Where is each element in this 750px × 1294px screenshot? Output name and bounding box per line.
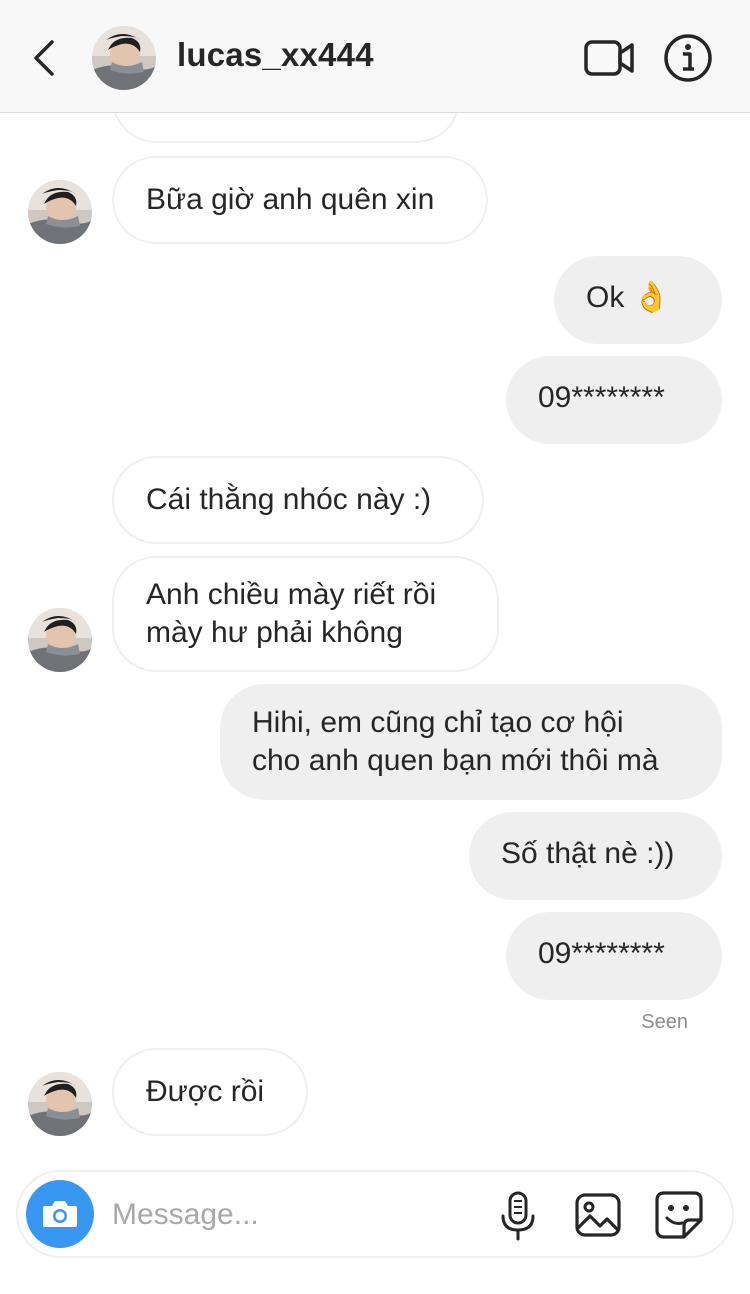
chat-header: lucas_xx444	[0, 0, 750, 113]
sender-avatar[interactable]	[28, 1072, 92, 1136]
message-thread[interactable]: Bữa giờ anh quên xin Ok 👌 09******** Cái…	[0, 113, 750, 1160]
sticker-icon[interactable]	[654, 1190, 704, 1240]
message-line: Hihi, em cũng chỉ tạo cơ hội	[252, 706, 624, 739]
outgoing-message[interactable]: Hihi, em cũng chỉ tạo cơ hội cho anh que…	[220, 684, 722, 800]
incoming-message[interactable]: Cái thằng nhóc này :)	[112, 456, 484, 544]
message-line: mày hư phải không	[146, 616, 403, 649]
message-text: Bữa giờ anh quên xin	[146, 183, 435, 216]
outgoing-message[interactable]: 09********	[506, 912, 722, 1000]
message-line: cho anh quen bạn mới thôi mà	[252, 744, 659, 777]
message-text: 09********	[538, 937, 665, 970]
message-text: Cái thằng nhóc này :)	[146, 483, 432, 516]
chevron-left-icon[interactable]	[30, 38, 60, 78]
message-text: Số thật nè :))	[501, 837, 675, 870]
outgoing-message[interactable]: Ok 👌	[554, 256, 722, 344]
seen-indicator: Seen	[641, 1011, 688, 1033]
message-text: Được rồi	[146, 1075, 265, 1108]
message-input[interactable]	[110, 1190, 474, 1240]
message-composer	[16, 1170, 734, 1258]
message-line: Anh chiều mày riết rồi	[146, 578, 437, 611]
info-icon[interactable]	[663, 33, 713, 83]
camera-icon	[43, 1201, 77, 1227]
outgoing-message[interactable]: 09********	[506, 356, 722, 444]
incoming-message[interactable]: Anh chiều mày riết rồi mày hư phải không	[112, 556, 499, 672]
message-text: 09********	[538, 381, 665, 414]
outgoing-message[interactable]: Số thật nè :))	[469, 812, 722, 900]
image-gallery-icon[interactable]	[574, 1192, 622, 1238]
avatar-image	[92, 26, 156, 90]
video-camera-icon[interactable]	[583, 38, 635, 78]
camera-button[interactable]	[26, 1180, 94, 1248]
cut-off-bubble	[112, 113, 460, 143]
message-text: Ok 👌	[586, 281, 671, 314]
sender-avatar[interactable]	[28, 180, 92, 244]
microphone-icon[interactable]	[498, 1190, 538, 1242]
sender-avatar[interactable]	[28, 608, 92, 672]
header-avatar[interactable]	[92, 26, 156, 90]
incoming-message[interactable]: Bữa giờ anh quên xin	[112, 156, 488, 244]
incoming-message[interactable]: Được rồi	[112, 1048, 308, 1136]
chat-username[interactable]: lucas_xx444	[177, 36, 374, 74]
